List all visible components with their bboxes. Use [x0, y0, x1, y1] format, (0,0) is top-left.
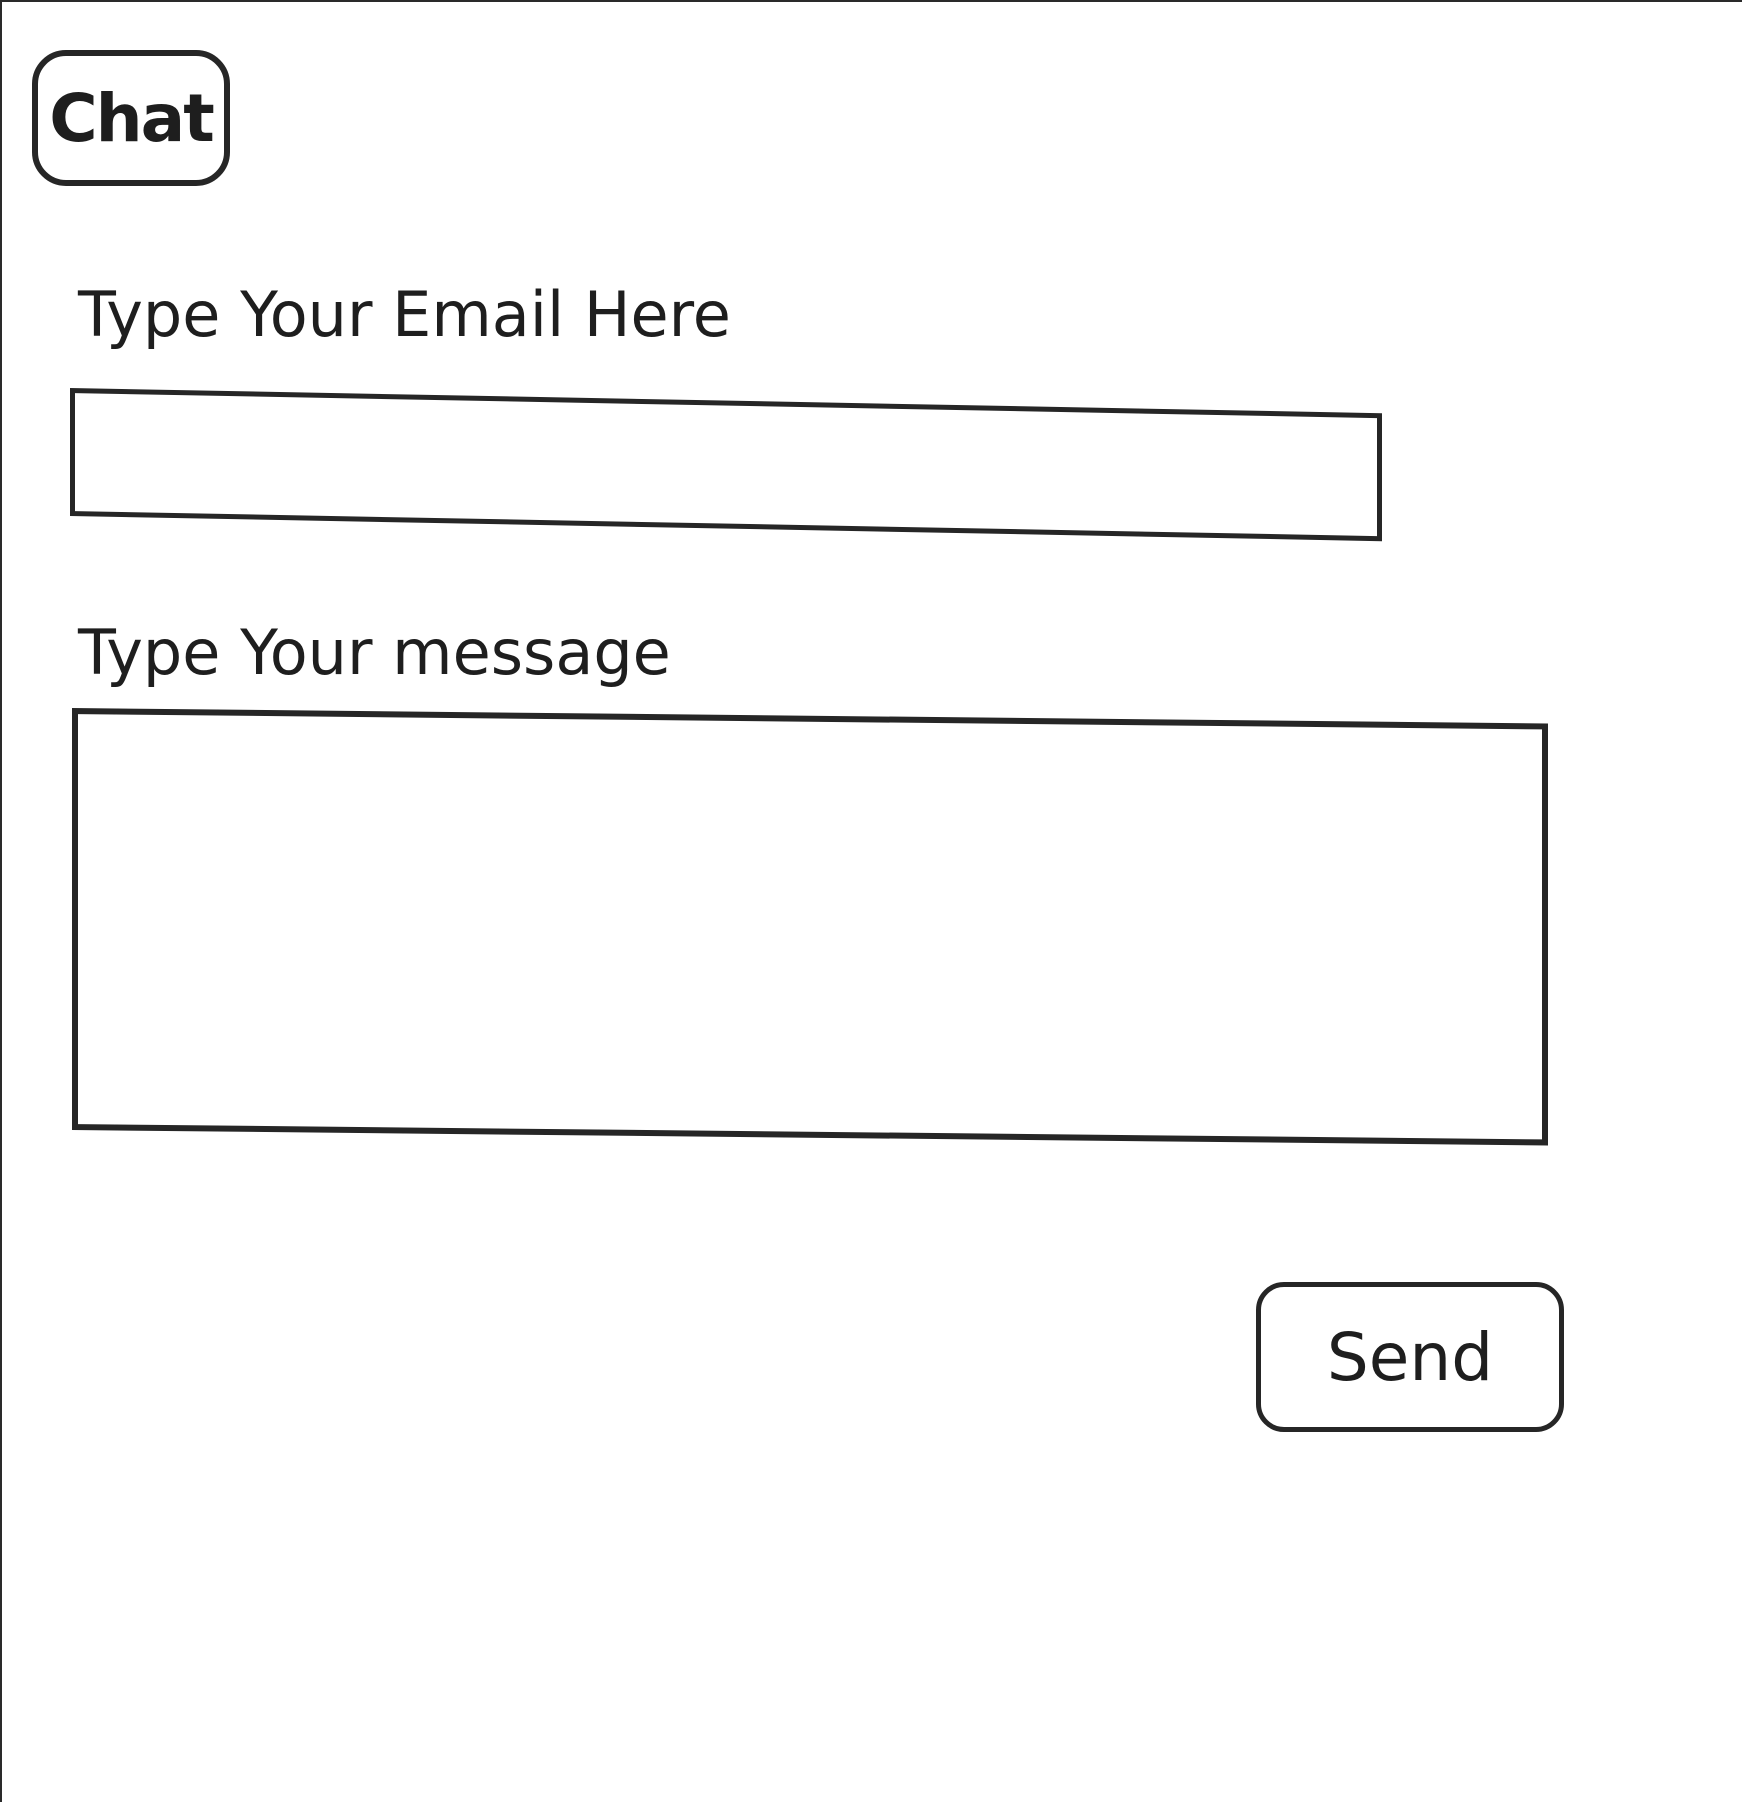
page-frame: Chat Type Your Email Here Type Your mess…: [0, 0, 1742, 1802]
email-label: Type Your Email Here: [78, 278, 731, 351]
message-textarea[interactable]: [72, 708, 1548, 1146]
send-button[interactable]: Send: [1256, 1282, 1564, 1432]
message-label: Type Your message: [78, 616, 671, 689]
email-field[interactable]: [70, 388, 1382, 542]
chat-tab[interactable]: Chat: [32, 50, 230, 186]
